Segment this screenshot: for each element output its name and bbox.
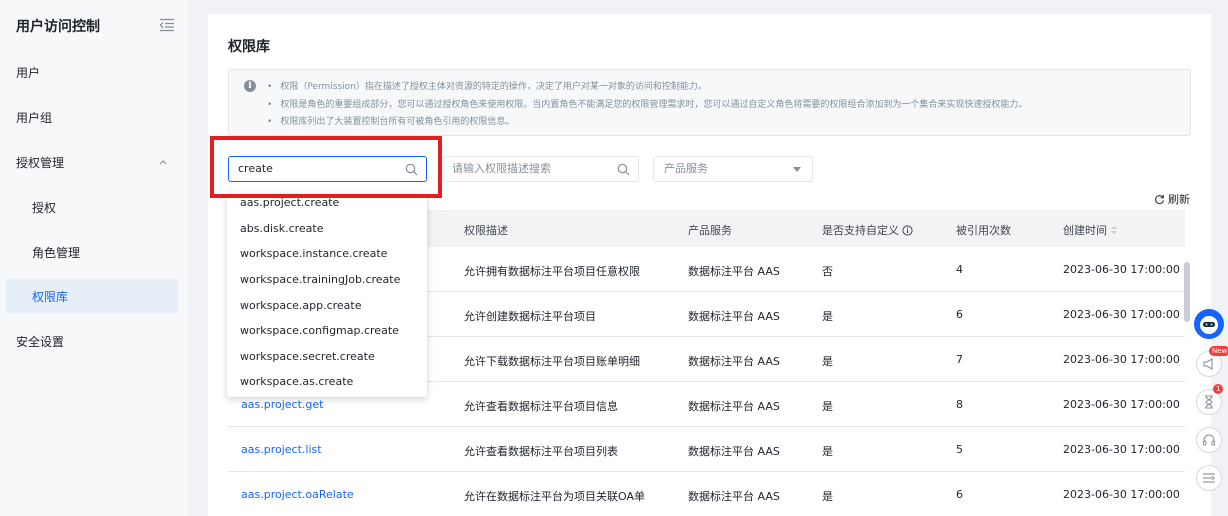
custom-support: 是: [822, 445, 833, 458]
created-time: 2023-06-30 17:00:00: [1063, 308, 1180, 321]
created-time: 2023-06-30 17:00:00: [1063, 263, 1180, 276]
reference-count: 8: [956, 398, 963, 411]
column-header-time-label: 创建时间: [1063, 224, 1107, 237]
custom-support: 是: [822, 490, 833, 503]
created-time: 2023-06-30 17:00:00: [1063, 443, 1180, 456]
announcement-button[interactable]: New: [1196, 346, 1228, 377]
hourglass-icon: [1205, 395, 1213, 409]
search-icon[interactable]: [617, 163, 630, 176]
reference-count: 6: [956, 308, 963, 321]
table-scrollbar[interactable]: [1184, 262, 1190, 322]
reference-count: 5: [956, 443, 963, 456]
reference-count: 6: [956, 488, 963, 501]
product-service: 数据标注平台 AAS: [688, 445, 780, 458]
desc-input-placeholder: 请输入权限描述搜索: [452, 162, 551, 175]
autocomplete-option[interactable]: workspace.secret.create: [240, 350, 375, 363]
autocomplete-dropdown: aas.project.create abs.disk.create works…: [227, 194, 427, 397]
sort-icon[interactable]: [1110, 225, 1118, 235]
sidebar-item-user-groups[interactable]: 用户组: [0, 100, 188, 134]
headset-icon: [1203, 434, 1215, 446]
assistant-robot-icon[interactable]: [1194, 309, 1224, 339]
collapse-menu-icon[interactable]: [159, 18, 175, 32]
sidebar-title: 用户访问控制: [16, 19, 100, 35]
page-title: 权限库: [228, 39, 270, 55]
column-header-desc: 权限描述: [464, 224, 508, 237]
info-line: 权限（Permission）指在描述了授权主体对资源的特定的操作，决定了用户对某…: [267, 79, 707, 92]
created-time: 2023-06-30 17:00:00: [1063, 353, 1180, 366]
column-header-custom: 是否支持自定义: [822, 222, 913, 238]
sidebar-item-users[interactable]: 用户: [0, 55, 188, 89]
autocomplete-option[interactable]: workspace.configmap.create: [240, 324, 399, 337]
created-time: 2023-06-30 17:00:00: [1063, 398, 1180, 411]
autocomplete-option[interactable]: abs.disk.create: [240, 222, 324, 235]
sidebar-item-authorization-management[interactable]: 授权管理: [0, 145, 188, 179]
permission-desc: 允许拥有数据标注平台项目任意权限: [464, 265, 640, 278]
product-service-select[interactable]: 产品服务: [653, 156, 813, 182]
help-icon[interactable]: [902, 224, 913, 236]
product-service: 数据标注平台 AAS: [688, 265, 780, 278]
custom-support: 否: [822, 265, 833, 278]
refresh-icon: [1155, 194, 1165, 204]
autocomplete-option[interactable]: workspace.app.create: [240, 299, 362, 312]
highlight-box: [210, 136, 442, 198]
caret-down-icon: [793, 167, 801, 172]
permission-name-link[interactable]: aas.project.list: [241, 443, 322, 456]
sidebar-item-role-management[interactable]: 角色管理: [0, 235, 188, 269]
support-button[interactable]: [1196, 427, 1222, 453]
column-header-time[interactable]: 创建时间: [1063, 222, 1118, 238]
product-service: 数据标注平台 AAS: [688, 400, 780, 413]
megaphone-icon: [1203, 358, 1213, 370]
sidebar-item-permission-library[interactable]: 权限库: [6, 279, 178, 313]
created-time: 2023-06-30 17:00:00: [1063, 488, 1180, 501]
product-select-placeholder: 产品服务: [664, 162, 708, 175]
permission-name-link[interactable]: aas.project.get: [241, 398, 323, 411]
custom-support: 是: [822, 310, 833, 323]
info-box: i 权限（Permission）指在描述了授权主体对资源的特定的操作，决定了用户…: [228, 69, 1191, 136]
sidebar: 用户访问控制 用户 用户组 授权管理 授权 角色管理 权限库 安全设置: [0, 0, 188, 516]
permission-desc: 允许查看数据标注平台项目信息: [464, 400, 618, 413]
custom-support: 是: [822, 400, 833, 413]
new-badge: New: [1209, 346, 1228, 356]
refresh-button[interactable]: 刷新: [1154, 191, 1190, 207]
autocomplete-option[interactable]: workspace.trainingJob.create: [240, 273, 400, 286]
permission-desc: 允许查看数据标注平台项目列表: [464, 445, 618, 458]
sidebar-item-authorize[interactable]: 授权: [0, 190, 188, 224]
permission-desc-search-input[interactable]: 请输入权限描述搜索: [443, 156, 639, 182]
reference-count: 4: [956, 263, 963, 276]
table-row: aas.project.oaRelate 允许在数据标注平台为项目关联OA单 数…: [228, 472, 1185, 516]
sidebar-item-security-settings[interactable]: 安全设置: [0, 324, 188, 358]
reference-count: 7: [956, 353, 963, 366]
permission-desc: 允许创建数据标注平台项目: [464, 310, 596, 323]
permission-name-link[interactable]: aas.project.oaRelate: [241, 488, 354, 501]
table-row: aas.project.list 允许查看数据标注平台项目列表 数据标注平台 A…: [228, 427, 1185, 472]
info-icon: i: [244, 80, 256, 92]
custom-support: 是: [822, 355, 833, 368]
product-service: 数据标注平台 AAS: [688, 310, 780, 323]
product-service: 数据标注平台 AAS: [688, 490, 780, 503]
autocomplete-option[interactable]: workspace.as.create: [240, 375, 353, 388]
count-badge: 1: [1213, 384, 1224, 394]
more-tools-button[interactable]: [1196, 465, 1222, 491]
column-header-custom-label: 是否支持自定义: [822, 224, 899, 237]
tasks-button[interactable]: 1: [1196, 384, 1224, 415]
column-header-count: 被引用次数: [956, 224, 1011, 237]
permission-desc: 允许在数据标注平台为项目关联OA单: [464, 490, 645, 503]
column-header-product: 产品服务: [688, 224, 732, 237]
product-service: 数据标注平台 AAS: [688, 355, 780, 368]
chevron-up-icon: [159, 160, 167, 165]
info-line: 权限是角色的重要组成部分，您可以通过授权角色来使用权限。当内置角色不能满足您的权…: [267, 97, 1027, 110]
refresh-label: 刷新: [1168, 193, 1190, 206]
autocomplete-option[interactable]: workspace.instance.create: [240, 247, 387, 260]
expand-menu-icon: [1203, 473, 1215, 483]
permission-desc: 允许下载数据标注平台项目账单明细: [464, 355, 640, 368]
info-line: 权限库列出了大装置控制台所有可被角色引用的权限信息。: [267, 114, 514, 127]
